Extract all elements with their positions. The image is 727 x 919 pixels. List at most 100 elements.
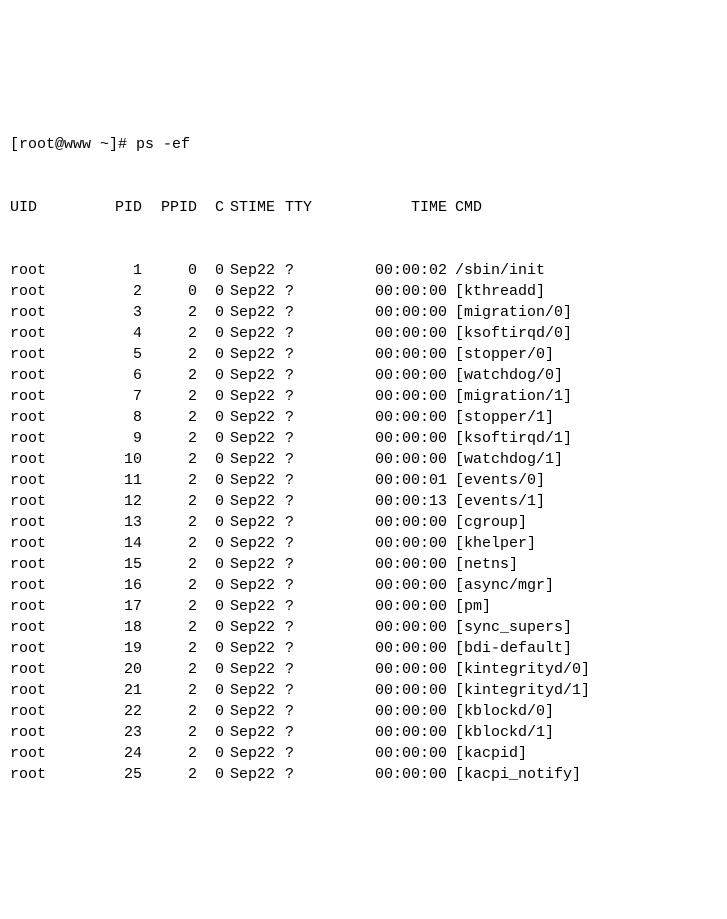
cell-time: 00:00:00 <box>360 449 455 470</box>
cell-uid: root <box>10 575 80 596</box>
cell-time: 00:00:00 <box>360 302 455 323</box>
cell-stime: Sep22 <box>230 680 285 701</box>
cell-time: 00:00:00 <box>360 617 455 638</box>
cell-tty: ? <box>285 596 360 617</box>
cell-pid: 18 <box>80 617 150 638</box>
cell-stime: Sep22 <box>230 659 285 680</box>
cell-uid: root <box>10 449 80 470</box>
cell-ppid: 2 <box>150 659 205 680</box>
cell-tty: ? <box>285 470 360 491</box>
table-row: root620Sep22?00:00:00[watchdog/0] <box>10 365 717 386</box>
cell-c: 0 <box>205 512 230 533</box>
cell-pid: 12 <box>80 491 150 512</box>
cell-tty: ? <box>285 302 360 323</box>
cell-time: 00:00:00 <box>360 386 455 407</box>
cell-tty: ? <box>285 386 360 407</box>
table-row: root2420Sep22?00:00:00[kacpid] <box>10 743 717 764</box>
cell-stime: Sep22 <box>230 365 285 386</box>
cell-tty: ? <box>285 449 360 470</box>
cell-stime: Sep22 <box>230 617 285 638</box>
cell-c: 0 <box>205 533 230 554</box>
cell-time: 00:00:00 <box>360 680 455 701</box>
cell-cmd: [events/0] <box>455 470 717 491</box>
cell-stime: Sep22 <box>230 428 285 449</box>
cell-pid: 6 <box>80 365 150 386</box>
cell-c: 0 <box>205 638 230 659</box>
header-time: TIME <box>360 197 455 218</box>
command-line[interactable]: [root@www ~]# ps -ef <box>10 134 717 155</box>
cell-c: 0 <box>205 386 230 407</box>
cell-time: 00:00:00 <box>360 638 455 659</box>
cell-ppid: 0 <box>150 260 205 281</box>
cell-c: 0 <box>205 428 230 449</box>
cell-uid: root <box>10 344 80 365</box>
cell-ppid: 2 <box>150 470 205 491</box>
cell-ppid: 2 <box>150 449 205 470</box>
cell-time: 00:00:00 <box>360 428 455 449</box>
cell-cmd: [pm] <box>455 596 717 617</box>
table-row: root720Sep22?00:00:00[migration/1] <box>10 386 717 407</box>
cell-cmd: [stopper/0] <box>455 344 717 365</box>
table-row: root420Sep22?00:00:00[ksoftirqd/0] <box>10 323 717 344</box>
cell-uid: root <box>10 470 80 491</box>
cell-cmd: [kacpid] <box>455 743 717 764</box>
cell-ppid: 2 <box>150 554 205 575</box>
cell-c: 0 <box>205 722 230 743</box>
cell-time: 00:00:00 <box>360 659 455 680</box>
cell-ppid: 2 <box>150 491 205 512</box>
cell-uid: root <box>10 260 80 281</box>
cell-cmd: [kblockd/1] <box>455 722 717 743</box>
cell-time: 00:00:13 <box>360 491 455 512</box>
cell-time: 00:00:00 <box>360 743 455 764</box>
cell-cmd: [netns] <box>455 554 717 575</box>
table-row: root1720Sep22?00:00:00[pm] <box>10 596 717 617</box>
cell-time: 00:00:00 <box>360 407 455 428</box>
terminal-output: [root@www ~]# ps -ef UID PID PPID C STIM… <box>10 92 717 806</box>
cell-tty: ? <box>285 260 360 281</box>
cell-tty: ? <box>285 491 360 512</box>
cell-ppid: 2 <box>150 323 205 344</box>
cell-stime: Sep22 <box>230 722 285 743</box>
cell-pid: 14 <box>80 533 150 554</box>
cell-time: 00:00:00 <box>360 596 455 617</box>
cell-pid: 2 <box>80 281 150 302</box>
table-row: root100Sep22?00:00:02/sbin/init <box>10 260 717 281</box>
cell-uid: root <box>10 638 80 659</box>
cell-stime: Sep22 <box>230 533 285 554</box>
cell-ppid: 2 <box>150 617 205 638</box>
cell-pid: 10 <box>80 449 150 470</box>
cell-time: 00:00:00 <box>360 344 455 365</box>
process-rows: root100Sep22?00:00:02/sbin/initroot200Se… <box>10 260 717 785</box>
cell-ppid: 0 <box>150 281 205 302</box>
cell-tty: ? <box>285 701 360 722</box>
cell-uid: root <box>10 302 80 323</box>
table-row: root1320Sep22?00:00:00[cgroup] <box>10 512 717 533</box>
cell-pid: 3 <box>80 302 150 323</box>
cell-c: 0 <box>205 365 230 386</box>
cell-c: 0 <box>205 764 230 785</box>
cell-pid: 8 <box>80 407 150 428</box>
cell-cmd: [sync_supers] <box>455 617 717 638</box>
cell-time: 00:00:00 <box>360 701 455 722</box>
cell-stime: Sep22 <box>230 323 285 344</box>
cell-ppid: 2 <box>150 596 205 617</box>
cell-ppid: 2 <box>150 512 205 533</box>
cell-ppid: 2 <box>150 407 205 428</box>
cell-c: 0 <box>205 344 230 365</box>
cell-stime: Sep22 <box>230 344 285 365</box>
cell-cmd: [ksoftirqd/1] <box>455 428 717 449</box>
cell-c: 0 <box>205 554 230 575</box>
cell-ppid: 2 <box>150 764 205 785</box>
header-pid: PID <box>80 197 150 218</box>
cell-tty: ? <box>285 575 360 596</box>
table-row: root1920Sep22?00:00:00[bdi-default] <box>10 638 717 659</box>
cell-uid: root <box>10 722 80 743</box>
cell-uid: root <box>10 659 80 680</box>
cell-cmd: [kblockd/0] <box>455 701 717 722</box>
cell-c: 0 <box>205 743 230 764</box>
table-row: root2020Sep22?00:00:00[kintegrityd/0] <box>10 659 717 680</box>
cell-stime: Sep22 <box>230 302 285 323</box>
shell-prompt: [root@www ~]# <box>10 136 136 153</box>
cell-stime: Sep22 <box>230 743 285 764</box>
cell-time: 00:00:01 <box>360 470 455 491</box>
